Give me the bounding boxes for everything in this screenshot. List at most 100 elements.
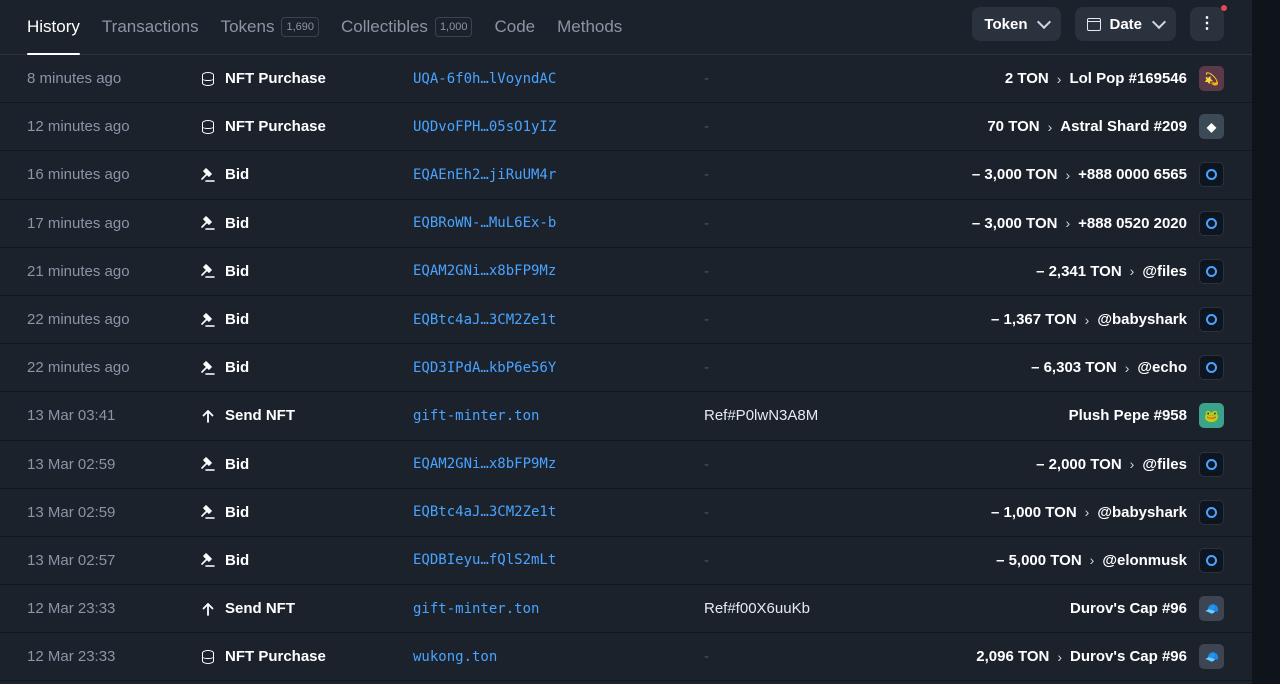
row-action-label: Bid xyxy=(225,455,250,473)
chevron-right-icon: › xyxy=(1056,70,1062,87)
row-address-link[interactable]: EQBRoWN-…MuL6Ex-b xyxy=(413,200,556,247)
tab-code[interactable]: Code xyxy=(494,0,535,54)
row-amount: 70 TON xyxy=(987,118,1040,136)
row-value: – 6,303 TON › @echo xyxy=(1031,344,1224,391)
row-target-link[interactable]: @echo xyxy=(1137,359,1187,376)
gavel-icon xyxy=(200,504,216,520)
chevron-down-icon xyxy=(1037,14,1052,30)
row-value: 2,096 TON › Durov's Cap #96 🧢 xyxy=(976,633,1224,680)
row-time: 22 minutes ago xyxy=(27,359,130,377)
tab-label: Transactions xyxy=(101,17,199,36)
username-icon xyxy=(1199,499,1224,525)
calendar-icon xyxy=(1087,17,1102,31)
row-target-link[interactable]: @files xyxy=(1142,456,1187,473)
tab-history[interactable]: History xyxy=(27,0,80,55)
row-target-link[interactable]: @elonmusk xyxy=(1102,552,1187,569)
row-address-link[interactable]: UQDvoFPH…05sO1yIZ xyxy=(413,103,556,150)
tab-label: Tokens xyxy=(220,17,275,36)
row-amount: 2,096 TON xyxy=(976,648,1050,666)
history-row[interactable]: 12 minutes ago NFT Purchase UQDvoFPH…05sO1… xyxy=(0,103,1252,152)
row-action: NFT Purchase xyxy=(200,55,326,102)
database-icon xyxy=(200,649,216,665)
history-row[interactable]: 13 Mar 02:59 Bid EQAM2GNi…x8bFP9Mz - – 2,000… xyxy=(0,441,1252,489)
row-action-label: Bid xyxy=(225,214,250,232)
tab-tokens[interactable]: Tokens 1,690 xyxy=(221,0,319,54)
row-amount: – 1,367 TON xyxy=(991,311,1077,329)
nft-durovs-cap-icon: 🧢 xyxy=(1199,644,1224,670)
row-target-link[interactable]: @files xyxy=(1142,263,1187,280)
gavel-icon xyxy=(200,360,216,376)
gavel-icon xyxy=(200,167,216,183)
history-row[interactable]: 22 minutes ago Bid EQD3IPdA…kbP6e56Y - – 6,3… xyxy=(0,344,1252,393)
username-icon xyxy=(1199,258,1224,284)
row-target-link[interactable]: @babyshark xyxy=(1097,311,1187,328)
history-row[interactable]: 16 minutes ago Bid EQAEnEh2…jiRuUM4r - – 3,0… xyxy=(0,151,1252,200)
row-time: 22 minutes ago xyxy=(27,311,130,329)
row-value: – 2,341 TON › @files xyxy=(1036,248,1224,295)
row-target-link[interactable]: Plush Pepe #958 xyxy=(1069,407,1187,424)
database-icon xyxy=(200,71,216,87)
tab-header: History Transactions Tokens 1,690 Collectibl… xyxy=(0,0,1252,55)
tab-count-badge: 1,690 xyxy=(281,17,319,37)
row-target-link[interactable]: Durov's Cap #96 xyxy=(1070,600,1187,617)
row-comment: - xyxy=(704,648,709,666)
row-target-link[interactable]: Lol Pop #169546 xyxy=(1069,70,1187,87)
row-address-link[interactable]: UQA-6f0h…lVoyndAC xyxy=(413,55,556,102)
tab-transactions[interactable]: Transactions xyxy=(102,0,199,54)
history-row[interactable]: 13 Mar 03:41 Send NFT gift-minter.ton Ref#P… xyxy=(0,392,1252,441)
row-target-link[interactable]: Durov's Cap #96 xyxy=(1070,648,1187,665)
row-action: Bid xyxy=(200,151,249,198)
token-filter-button[interactable]: Token xyxy=(972,7,1062,41)
row-address-link[interactable]: gift-minter.ton xyxy=(413,392,539,439)
row-target-link[interactable]: +888 0000 6565 xyxy=(1078,166,1187,183)
row-target-link[interactable]: +888 0520 2020 xyxy=(1078,215,1187,232)
row-amount: – 3,000 TON xyxy=(971,166,1058,184)
row-comment: - xyxy=(704,118,709,136)
row-target-link[interactable]: Astral Shard #209 xyxy=(1060,118,1187,135)
row-value: Durov's Cap #96 🧢 xyxy=(1070,585,1224,632)
row-action: Send NFT xyxy=(200,585,295,632)
row-action: Bid xyxy=(200,296,249,343)
tab-bar: History Transactions Tokens 1,690 Collectibl… xyxy=(27,0,644,55)
row-address-link[interactable]: gift-minter.ton xyxy=(413,585,539,632)
row-address-link[interactable]: wukong.ton xyxy=(413,633,497,680)
row-action: NFT Purchase xyxy=(200,633,326,680)
row-comment: - xyxy=(704,455,709,473)
row-target-link[interactable]: @babyshark xyxy=(1097,504,1187,521)
date-filter-button[interactable]: Date xyxy=(1075,7,1176,41)
history-row[interactable]: 17 minutes ago Bid EQBRoWN-…MuL6Ex-b - – 3,0… xyxy=(0,200,1252,248)
page-gutter xyxy=(1252,0,1280,684)
history-row[interactable]: 22 minutes ago Bid EQBtc4aJ…3CM2Ze1t - – 1,3… xyxy=(0,296,1252,345)
history-row[interactable]: 12 Mar 23:33 NFT Purchase wukong.ton - 2,096… xyxy=(0,633,1252,682)
row-time: 13 Mar 03:41 xyxy=(27,407,116,425)
history-row[interactable]: 12 Mar 23:33 Send NFT gift-minter.ton Ref#f… xyxy=(0,585,1252,634)
row-action-label: Bid xyxy=(225,311,250,329)
row-address-link[interactable]: EQBtc4aJ…3CM2Ze1t xyxy=(413,489,556,536)
tab-collectibles[interactable]: Collectibles 1,000 xyxy=(341,0,473,54)
row-address-link[interactable]: EQD3IPdA…kbP6e56Y xyxy=(413,344,556,391)
row-action: NFT Purchase xyxy=(200,103,326,150)
chevron-right-icon: › xyxy=(1057,648,1063,665)
row-value: – 3,000 TON › +888 0000 6565 xyxy=(972,151,1224,198)
row-action-label: Bid xyxy=(225,262,250,280)
history-row[interactable]: 8 minutes ago NFT Purchase UQA-6f0h…lVoynd… xyxy=(0,55,1252,104)
row-address-link[interactable]: EQAM2GNi…x8bFP9Mz xyxy=(413,248,556,295)
history-row[interactable]: 21 minutes ago Bid EQAM2GNi…x8bFP9Mz - – 2,3… xyxy=(0,248,1252,296)
nft-durovs-cap-icon: 🧢 xyxy=(1199,596,1224,622)
username-icon xyxy=(1199,547,1224,573)
row-time: 16 minutes ago xyxy=(27,166,130,184)
row-amount: – 1,000 TON xyxy=(991,503,1077,521)
row-address-link[interactable]: EQAM2GNi…x8bFP9Mz xyxy=(413,441,556,488)
gavel-icon xyxy=(200,312,216,328)
row-amount: 2 TON xyxy=(1004,70,1049,88)
row-address-link[interactable]: EQBtc4aJ…3CM2Ze1t xyxy=(413,296,556,343)
history-row[interactable]: 13 Mar 02:59 Bid EQBtc4aJ…3CM2Ze1t - – 1,000… xyxy=(0,489,1252,537)
row-value: – 5,000 TON › @elonmusk xyxy=(996,537,1224,584)
chevron-right-icon: › xyxy=(1065,166,1071,183)
chevron-right-icon: › xyxy=(1084,504,1090,521)
history-row[interactable]: 13 Mar 02:57 Bid EQDBIeyu…fQlS2mLt - – 5,000… xyxy=(0,537,1252,586)
tab-methods[interactable]: Methods xyxy=(557,0,622,54)
row-address-link[interactable]: EQAEnEh2…jiRuUM4r xyxy=(413,151,556,198)
more-options-button[interactable]: ⋮ xyxy=(1190,5,1227,41)
row-address-link[interactable]: EQDBIeyu…fQlS2mLt xyxy=(413,537,556,584)
